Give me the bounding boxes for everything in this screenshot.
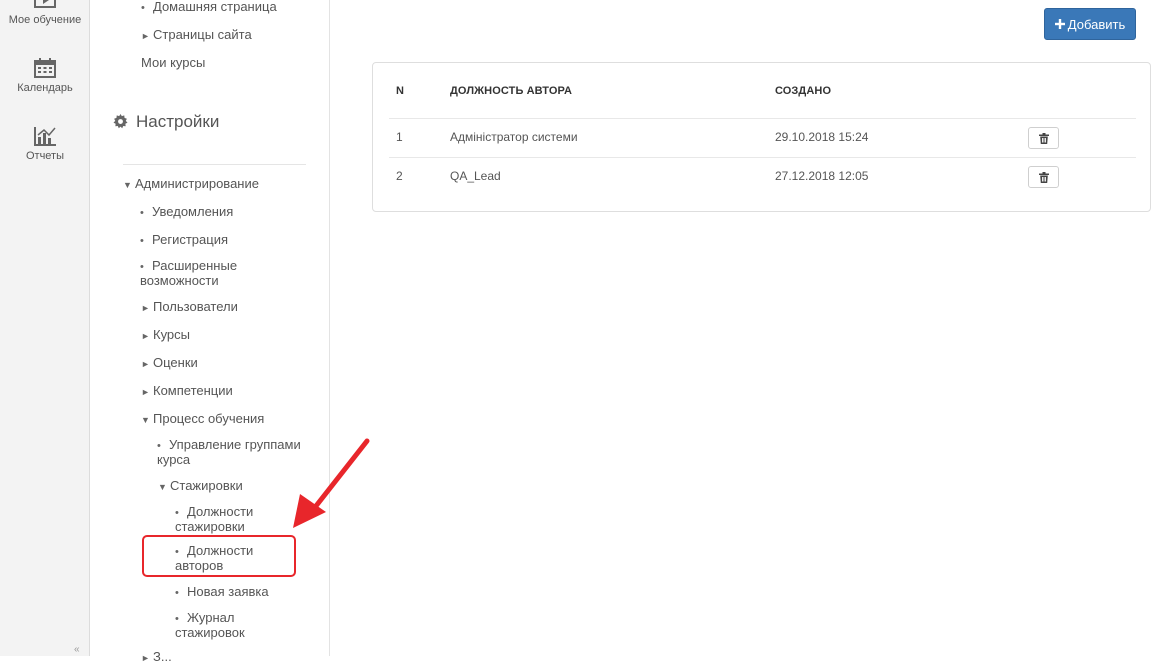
bullet: • xyxy=(141,2,145,14)
play-icon xyxy=(34,0,56,8)
tree-item-advanced-features[interactable]: • Расширенные возможности xyxy=(140,259,237,287)
trash-icon xyxy=(1038,171,1049,183)
column-header-created: СОЗДАНО xyxy=(775,85,832,97)
bullet: • xyxy=(140,235,144,247)
expand-arrow-icon: ► xyxy=(141,331,150,341)
tree-item-label-line2: возможности xyxy=(140,273,219,288)
chart-icon xyxy=(34,127,56,146)
expand-arrow-icon: ► xyxy=(141,31,150,41)
tree-item-registration[interactable]: • Регистрация xyxy=(140,233,228,248)
tree-item-label: Должности xyxy=(187,504,254,519)
tree-item-users[interactable]: ► Пользователи xyxy=(141,300,238,315)
tree-item-label: Компетенции xyxy=(153,383,233,398)
tree-item-label: Управление группами xyxy=(169,437,301,452)
bullet: • xyxy=(140,207,144,219)
expand-arrow-icon: ► xyxy=(141,653,150,663)
tree-item-course-groups[interactable]: • Управление группами курса xyxy=(157,438,301,466)
rail-my-learning[interactable]: Мое обучение xyxy=(0,0,90,26)
expand-arrow-icon: ► xyxy=(141,359,150,369)
cell-created: 27.12.2018 12:05 xyxy=(775,169,869,183)
tree-item-label: Пользователи xyxy=(153,299,238,314)
collapse-arrow-icon: ▼ xyxy=(141,415,150,425)
delete-button[interactable] xyxy=(1028,127,1059,149)
tree-item-label: Домашняя страница xyxy=(153,0,277,14)
tree-item-label: З... xyxy=(153,649,172,664)
tree-item-grades[interactable]: ► Оценки xyxy=(141,356,198,371)
calendar-icon xyxy=(34,58,56,78)
collapse-arrow-icon: ▼ xyxy=(123,180,132,190)
tree-item-label: Мои курсы xyxy=(141,55,206,70)
settings-heading: Настройки xyxy=(113,112,219,132)
tree-item-my-courses[interactable]: Мои курсы xyxy=(141,56,205,69)
expand-arrow-icon: ► xyxy=(141,303,150,313)
tree-item-cut-off[interactable]: ► З... xyxy=(141,650,172,665)
divider xyxy=(123,164,306,165)
tree-item-courses[interactable]: ► Курсы xyxy=(141,328,190,343)
bullet: • xyxy=(175,587,179,599)
expand-arrow-icon: ► xyxy=(141,387,150,397)
tree-item-label: Регистрация xyxy=(152,232,228,247)
tree-item-label: Стажировки xyxy=(170,478,243,493)
tree-item-label: Оценки xyxy=(153,355,198,370)
tree-item-site-pages[interactable]: ► Страницы сайта xyxy=(141,28,252,43)
tree-item-competencies[interactable]: ► Компетенции xyxy=(141,384,233,399)
settings-title-text: Настройки xyxy=(136,112,220,131)
cell-position: Адміністратор системи xyxy=(450,130,578,144)
tree-item-internships[interactable]: ▼ Стажировки xyxy=(158,479,243,494)
settings-tree-panel: • Домашняя страница ► Страницы сайта Мои к… xyxy=(91,0,330,663)
plus-icon xyxy=(1054,19,1065,29)
tree-item-notifications[interactable]: • Уведомления xyxy=(140,205,233,220)
rail-label: Мое обучение xyxy=(8,14,82,26)
rail-calendar[interactable]: Календарь xyxy=(0,58,90,94)
tree-item-label: Процесс обучения xyxy=(153,411,265,426)
trash-icon xyxy=(1038,132,1049,144)
rail-label: Календарь xyxy=(17,82,73,94)
rail-collapse-toggle[interactable]: « xyxy=(74,644,80,655)
tree-item-label: Журнал xyxy=(187,610,235,625)
author-positions-table: N ДОЛЖНОСТЬ АВТОРА СОЗДАНО 1 Адміністрат… xyxy=(372,62,1151,212)
tree-item-new-request[interactable]: • Новая заявка xyxy=(175,585,269,600)
tree-item-internship-positions[interactable]: • Должности стажировки xyxy=(175,505,253,533)
tree-item-label-line2: стажировки xyxy=(175,519,245,534)
tree-item-learning-process[interactable]: ▼ Процесс обучения xyxy=(141,412,264,427)
add-button-label: Добавить xyxy=(1067,16,1126,32)
column-header-position: ДОЛЖНОСТЬ АВТОРА xyxy=(450,85,573,97)
annotation-highlight-box xyxy=(142,535,296,577)
divider xyxy=(389,118,1136,119)
tree-item-label-line2: стажировок xyxy=(175,625,245,640)
tree-item-label: Администрирование xyxy=(135,176,259,191)
rail-reports[interactable]: Отчеты xyxy=(0,126,90,162)
tree-item-label: Новая заявка xyxy=(187,584,269,599)
column-header-n: N xyxy=(396,85,405,97)
left-icon-rail: Мое обучение Календарь Отчеты « xyxy=(0,0,90,656)
rail-label: Отчеты xyxy=(25,150,65,162)
tree-item-label: Курсы xyxy=(153,327,191,342)
add-button[interactable]: Добавить xyxy=(1044,8,1136,40)
tree-item-home[interactable]: • Домашняя страница xyxy=(141,0,277,15)
tree-item-administration[interactable]: ▼ Администрирование xyxy=(123,177,259,192)
cell-created: 29.10.2018 15:24 xyxy=(775,130,869,144)
divider xyxy=(389,157,1136,158)
tree-item-label: Расширенные xyxy=(152,258,238,273)
tree-item-internship-log[interactable]: • Журнал стажировок xyxy=(175,611,245,639)
cell-n: 2 xyxy=(396,169,403,183)
tree-item-label-line2: курса xyxy=(157,452,191,467)
delete-button[interactable] xyxy=(1028,166,1059,188)
collapse-arrow-icon: ▼ xyxy=(158,482,167,492)
cell-n: 1 xyxy=(396,130,403,144)
tree-item-label: Страницы сайта xyxy=(153,27,252,42)
gear-icon xyxy=(113,114,128,129)
main-content: Добавить N ДОЛЖНОСТЬ АВТОРА СОЗДАНО 1 Ад… xyxy=(331,0,1175,656)
tree-item-label: Уведомления xyxy=(152,204,234,219)
cell-position: QA_Lead xyxy=(450,169,501,183)
